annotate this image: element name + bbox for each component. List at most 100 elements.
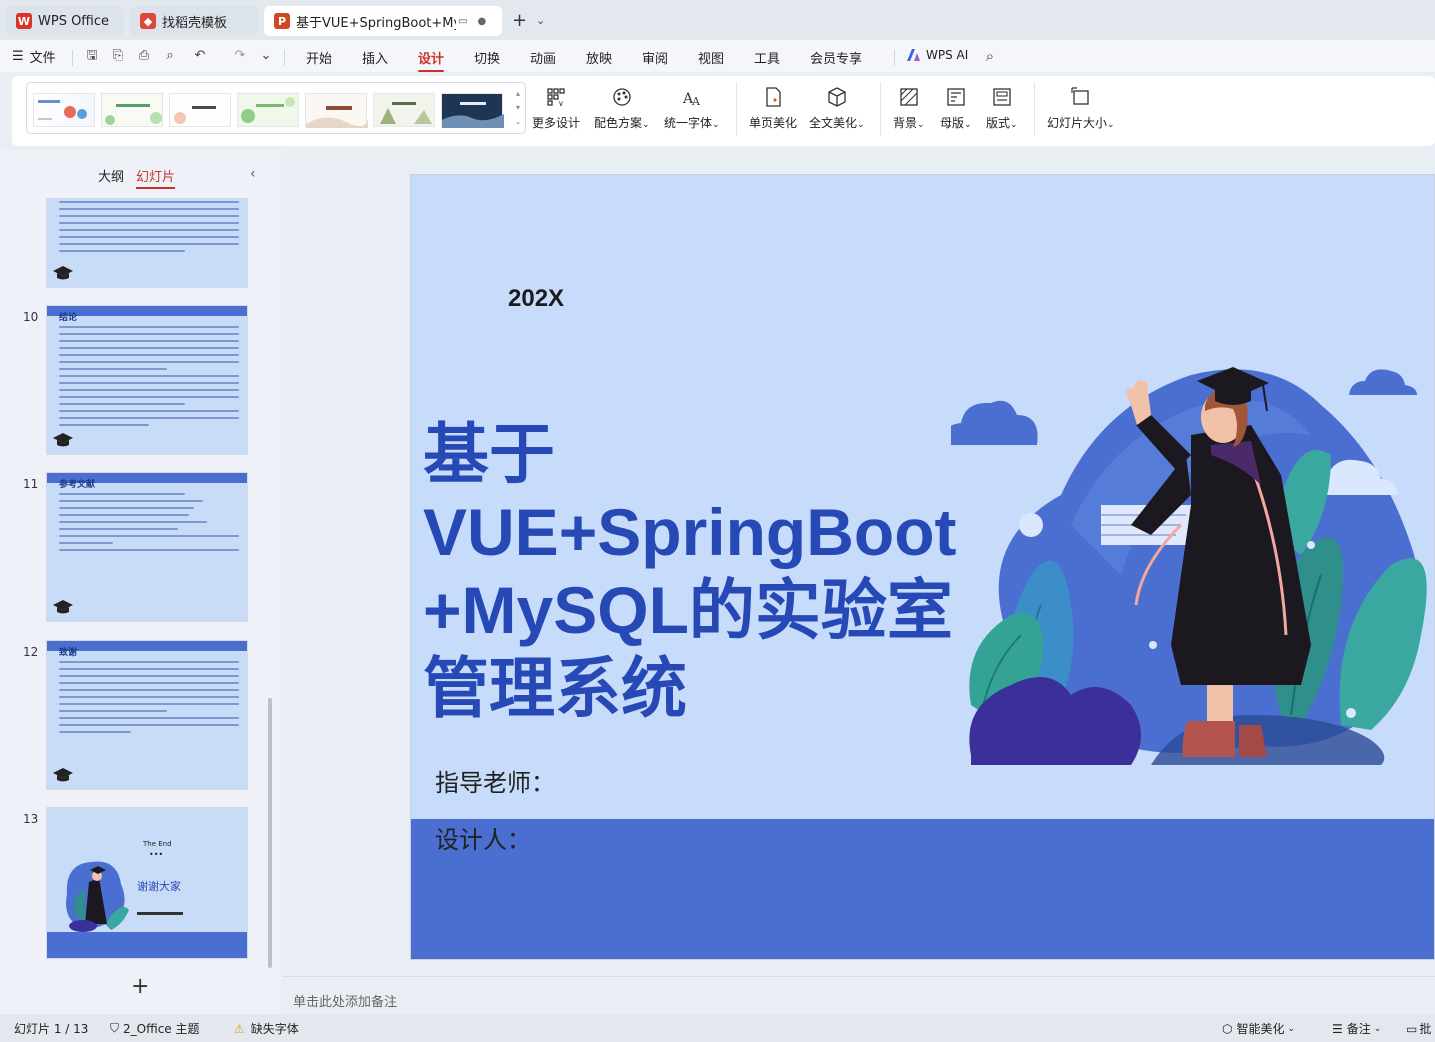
chevron-down-icon: ⌄	[1107, 120, 1115, 130]
divider	[736, 82, 737, 136]
theme-icon: ⛉	[110, 1021, 120, 1035]
master-slide-icon	[947, 88, 965, 106]
tab-wps-office[interactable]: W WPS Office	[6, 6, 124, 36]
slide-bottom-band	[411, 819, 1434, 959]
slide-year[interactable]: 202X	[508, 285, 564, 313]
menu-insert[interactable]: 插入	[362, 48, 388, 67]
divider	[894, 50, 895, 66]
layout-button[interactable]: 版式⌄	[986, 86, 1018, 131]
graduate-illustration	[66, 861, 129, 932]
slide-title[interactable]: 基于 VUE+SpringBoot +MySQL的实验室 管理系统	[423, 415, 1023, 727]
layout-label: 版式	[986, 116, 1011, 130]
thumbnail-text	[59, 326, 239, 431]
redo-icon[interactable]: ↷	[232, 48, 248, 64]
theme-thumbnail[interactable]	[237, 93, 299, 127]
slide-thumbnail[interactable]: 致谢	[46, 640, 248, 790]
theme-thumbnail[interactable]	[305, 93, 368, 128]
master-button[interactable]: 母版⌄	[940, 86, 972, 131]
teacher-label[interactable]: 指导老师：	[435, 763, 555, 798]
designer-label[interactable]: 设计人：	[435, 820, 531, 855]
save-icon[interactable]: 🖫	[84, 48, 100, 64]
menu-design[interactable]: 设计	[418, 48, 445, 72]
theme-preview-graphic	[38, 100, 87, 120]
panel-scrollbar[interactable]	[268, 698, 272, 968]
theme-indicator[interactable]: ⛉ 2_Office 主题	[110, 1020, 200, 1037]
chevron-down-icon[interactable]: ⌄	[258, 48, 274, 64]
new-tab-button[interactable]: +	[512, 10, 527, 31]
page-beautify-button[interactable]: 单页美化	[749, 86, 797, 131]
slide-thumbnail[interactable]: The End ••• 谢谢大家	[46, 807, 248, 959]
docer-logo-icon: ◆	[140, 13, 156, 29]
tab-current-document[interactable]: P 基于VUE+SpringBoot+MyS( ▭ ●	[264, 6, 502, 36]
chevron-down-icon[interactable]: ⌄	[536, 14, 545, 27]
slide-number: 11	[23, 477, 39, 491]
theme-thumbnail[interactable]	[441, 93, 504, 128]
theme-thumbnail[interactable]	[33, 93, 95, 127]
print-preview-icon[interactable]: ⌕	[162, 48, 178, 64]
more-design-button[interactable]: ∨ 更多设计	[532, 86, 580, 131]
more-design-label: 更多设计	[532, 116, 581, 130]
master-label: 母版	[940, 116, 965, 130]
menu-member[interactable]: 会员专享	[810, 48, 862, 67]
collapse-panel-icon[interactable]: ‹	[250, 166, 256, 182]
print-icon[interactable]: ⎙	[136, 48, 152, 64]
search-icon[interactable]: ⌕	[982, 48, 998, 64]
file-menu[interactable]: ☰ 文件	[12, 47, 56, 66]
slide-thumbnail[interactable]	[46, 198, 248, 288]
background-button[interactable]: 背景⌄	[893, 86, 925, 131]
thumbnail-title: The End	[143, 840, 172, 848]
current-slide[interactable]: 202X 基于 VUE+SpringBoot +MySQL的实验室 管理系统 指…	[410, 174, 1435, 960]
theme-gallery: ▴ ▾ ⌄	[26, 82, 526, 134]
menu-slideshow[interactable]: 放映	[586, 48, 612, 67]
tab-outline[interactable]: 大纲	[98, 166, 124, 189]
smart-beautify-button[interactable]: ⬡ 智能美化 ⌄	[1222, 1020, 1295, 1037]
slide-thumbnail[interactable]: 结论	[46, 305, 248, 455]
divider	[284, 50, 285, 66]
unify-font-button[interactable]: AA 统一字体⌄	[664, 86, 720, 131]
chevron-down-icon: ⌄	[1287, 1023, 1296, 1034]
notes-pane[interactable]: 单击此处添加备注	[282, 976, 1435, 1014]
panel-tabs: 大纲 幻灯片	[98, 166, 176, 189]
menu-home[interactable]: 开始	[306, 48, 332, 67]
gallery-scroll[interactable]: ▴ ▾ ⌄	[513, 87, 523, 131]
missing-font-indicator[interactable]: ⚠ 缺失字体	[234, 1020, 299, 1037]
color-scheme-button[interactable]: 配色方案⌄	[594, 86, 650, 131]
tab-docer-templates[interactable]: ◆ 找稻壳模板	[130, 6, 258, 36]
menu-animations[interactable]: 动画	[530, 48, 556, 67]
theme-thumbnail[interactable]	[101, 93, 163, 127]
full-beautify-button[interactable]: 全文美化⌄	[809, 86, 865, 131]
menu-review[interactable]: 审阅	[642, 48, 668, 67]
export-icon[interactable]: ⎘	[110, 48, 126, 64]
tab-label: 找稻壳模板	[162, 15, 228, 31]
menu-tools[interactable]: 工具	[754, 48, 780, 67]
close-tab-icon[interactable]: ●	[477, 16, 486, 27]
theme-preview-graphic	[174, 106, 216, 124]
layout-icon	[993, 88, 1011, 106]
grid-icon: ∨	[547, 88, 565, 108]
divider	[1034, 82, 1035, 136]
menu-view[interactable]: 视图	[698, 48, 724, 67]
slide-size-label: 幻灯片大小	[1047, 116, 1108, 130]
slide-thumbnail[interactable]: 参考文献	[46, 472, 248, 622]
notes-toggle-button[interactable]: ☰ 备注 ⌄	[1332, 1020, 1381, 1037]
tab-slides[interactable]: 幻灯片	[136, 166, 176, 189]
smart-beautify-label: 智能美化	[1236, 1022, 1285, 1036]
add-slide-button[interactable]: +	[131, 974, 149, 999]
undo-icon[interactable]: ↶	[192, 48, 208, 64]
menu-transitions[interactable]: 切换	[474, 48, 500, 67]
thumbnail-text	[59, 201, 239, 257]
beautify-icon: ⬡	[1222, 1021, 1233, 1036]
wps-ai-button[interactable]: WPS AI	[906, 48, 968, 62]
theme-thumbnail[interactable]	[373, 93, 435, 127]
missing-font-label: 缺失字体	[250, 1022, 299, 1036]
tab-label: 基于VUE+SpringBoot+MyS(	[296, 15, 456, 31]
color-scheme-label: 配色方案	[594, 116, 643, 130]
comment-button[interactable]: ▭ 批	[1406, 1020, 1431, 1037]
wps-ai-label: WPS AI	[926, 48, 969, 62]
theme-thumbnail[interactable]	[169, 93, 231, 127]
graduation-cap-icon	[53, 433, 73, 447]
cloud-icon	[1349, 369, 1417, 395]
title-bar: W WPS Office ◆ 找稻壳模板 P 基于VUE+SpringBoot+…	[0, 0, 1435, 40]
slide-size-button[interactable]: 幻灯片大小⌄	[1047, 86, 1115, 131]
divider	[880, 82, 881, 136]
